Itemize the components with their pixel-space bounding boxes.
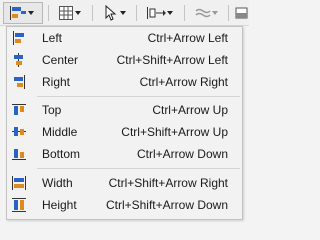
- menu-item-width[interactable]: Width Ctrl+Shift+Arrow Right: [7, 172, 242, 194]
- menu-item-label: Top: [42, 103, 62, 117]
- fill-icon: [234, 5, 248, 21]
- align-icon: [9, 5, 27, 21]
- chevron-down-icon[interactable]: [211, 2, 219, 24]
- menu-item-shortcut: Ctrl+Shift+Arrow Left: [116, 53, 228, 67]
- align-middle-icon: [11, 124, 27, 140]
- menu-item-height[interactable]: Height Ctrl+Shift+Arrow Down: [7, 194, 242, 216]
- same-height-icon: [11, 197, 27, 213]
- toolbar-separator: [136, 5, 137, 21]
- menu-item-bottom[interactable]: Bottom Ctrl+Arrow Down: [7, 143, 242, 165]
- align-center-icon: [11, 52, 27, 68]
- chevron-down-icon[interactable]: [74, 2, 82, 24]
- menu-separator: [37, 96, 240, 97]
- select-button[interactable]: [100, 2, 130, 24]
- align-button[interactable]: [3, 2, 43, 24]
- menu-item-top[interactable]: Top Ctrl+Arrow Up: [7, 99, 242, 121]
- menu-item-label: Middle: [42, 125, 78, 139]
- toolbar-separator: [48, 5, 49, 21]
- toolbar-separator: [184, 5, 185, 21]
- menu-item-label: Right: [42, 75, 71, 89]
- menu-item-label: Center: [42, 53, 79, 67]
- cursor-icon: [103, 5, 119, 21]
- toolbar-separator: [228, 5, 229, 21]
- menu-item-label: Left: [42, 31, 63, 45]
- menu-item-shortcut: Ctrl+Shift+Arrow Down: [105, 198, 228, 212]
- menu-item-label: Height: [42, 198, 77, 212]
- menu-item-shortcut: Ctrl+Arrow Right: [139, 75, 228, 89]
- align-left-icon: [11, 30, 27, 46]
- menu-item-middle[interactable]: Middle Ctrl+Shift+Arrow Up: [7, 121, 242, 143]
- menu-item-center[interactable]: Center Ctrl+Shift+Arrow Left: [7, 49, 242, 71]
- menu-item-left[interactable]: Left Ctrl+Arrow Left: [7, 27, 242, 49]
- distribute-icon: [146, 5, 166, 21]
- toolbar-separator: [92, 5, 93, 21]
- menu-item-shortcut: Ctrl+Arrow Left: [147, 31, 228, 45]
- grid-icon: [58, 5, 74, 21]
- fill-button[interactable]: [233, 2, 249, 24]
- menu-item-shortcut: Ctrl+Shift+Arrow Up: [121, 125, 228, 139]
- chevron-down-icon[interactable]: [119, 2, 127, 24]
- chevron-down-icon[interactable]: [166, 2, 174, 24]
- menu-item-shortcut: Ctrl+Shift+Arrow Right: [108, 176, 228, 190]
- align-top-icon: [11, 102, 27, 118]
- menu-item-right[interactable]: Right Ctrl+Arrow Right: [7, 71, 242, 93]
- line-style-button[interactable]: [192, 2, 222, 24]
- menu-item-shortcut: Ctrl+Arrow Up: [152, 103, 228, 117]
- align-right-icon: [11, 74, 27, 90]
- menu-item-shortcut: Ctrl+Arrow Down: [136, 147, 228, 161]
- menu-separator: [37, 168, 240, 169]
- align-bottom-icon: [11, 146, 27, 162]
- toolbar: [0, 0, 249, 26]
- distribute-button[interactable]: [143, 2, 177, 24]
- menu-item-label: Bottom: [42, 147, 81, 161]
- wave-icon: [195, 5, 211, 21]
- same-width-icon: [11, 175, 27, 191]
- chevron-down-icon[interactable]: [27, 2, 35, 24]
- grid-button[interactable]: [55, 2, 85, 24]
- align-menu: Left Ctrl+Arrow Left Center Ctrl+Shift+A…: [6, 26, 243, 220]
- menu-item-label: Width: [42, 176, 73, 190]
